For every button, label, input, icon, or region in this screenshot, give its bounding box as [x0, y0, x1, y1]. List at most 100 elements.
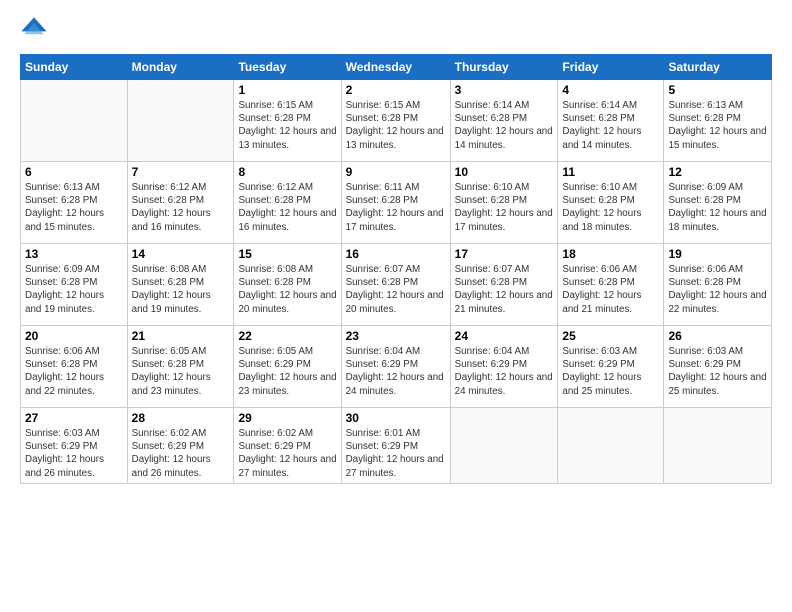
day-number: 23 [346, 329, 446, 343]
calendar-header-friday: Friday [558, 55, 664, 80]
day-info: Sunrise: 6:06 AMSunset: 6:28 PMDaylight:… [25, 345, 123, 398]
day-info: Sunrise: 6:03 AMSunset: 6:29 PMDaylight:… [25, 427, 123, 480]
day-info: Sunrise: 6:04 AMSunset: 6:29 PMDaylight:… [346, 345, 446, 398]
calendar-cell [127, 80, 234, 162]
day-info: Sunrise: 6:14 AMSunset: 6:28 PMDaylight:… [562, 99, 659, 152]
day-info: Sunrise: 6:15 AMSunset: 6:28 PMDaylight:… [346, 99, 446, 152]
day-number: 12 [668, 165, 767, 179]
page: SundayMondayTuesdayWednesdayThursdayFrid… [0, 0, 792, 612]
calendar-cell [21, 80, 128, 162]
logo [20, 16, 52, 44]
calendar-cell: 29Sunrise: 6:02 AMSunset: 6:29 PMDayligh… [234, 408, 341, 484]
calendar-cell: 16 Sunrise: 6:07 AMSunset: 6:28 PMDayligh… [341, 244, 450, 326]
day-number: 18 [562, 247, 659, 261]
day-info: Sunrise: 6:06 AMSunset: 6:28 PMDaylight:… [668, 263, 767, 316]
day-info: Sunrise: 6:12 AMSunset: 6:28 PMDaylight:… [132, 181, 230, 234]
calendar-cell: 3Sunrise: 6:14 AMSunset: 6:28 PMDaylight… [450, 80, 558, 162]
day-info: Sunrise: 6:01 AMSunset: 6:29 PMDaylight:… [346, 427, 446, 480]
day-info: Sunrise: 6:07 AMSunset: 6:28 PMDaylight:… [455, 263, 554, 316]
day-info: Sunrise: 6:09 AMSunset: 6:28 PMDaylight:… [25, 263, 123, 316]
calendar-header-saturday: Saturday [664, 55, 772, 80]
day-number: 17 [455, 247, 554, 261]
calendar-cell: 7Sunrise: 6:12 AMSunset: 6:28 PMDaylight… [127, 162, 234, 244]
calendar-header-monday: Monday [127, 55, 234, 80]
calendar-cell: 26 Sunrise: 6:03 AMSunset: 6:29 PMDayligh… [664, 326, 772, 408]
calendar-cell: 1 Sunrise: 6:15 AMSunset: 6:28 PMDaylight… [234, 80, 341, 162]
calendar-cell [558, 408, 664, 484]
calendar-cell: 11Sunrise: 6:10 AMSunset: 6:28 PMDayligh… [558, 162, 664, 244]
calendar-header-sunday: Sunday [21, 55, 128, 80]
day-info: Sunrise: 6:15 AMSunset: 6:28 PMDaylight:… [238, 99, 336, 152]
day-info: Sunrise: 6:03 AMSunset: 6:29 PMDaylight:… [668, 345, 767, 398]
calendar-cell: 22 Sunrise: 6:05 AMSunset: 6:29 PMDayligh… [234, 326, 341, 408]
day-number: 1 [238, 83, 336, 97]
day-number: 3 [455, 83, 554, 97]
calendar-cell: 28 Sunrise: 6:02 AMSunset: 6:29 PMDayligh… [127, 408, 234, 484]
day-info: Sunrise: 6:05 AMSunset: 6:29 PMDaylight:… [238, 345, 336, 398]
day-number: 4 [562, 83, 659, 97]
calendar-week-3: 13 Sunrise: 6:09 AMSunset: 6:28 PMDayligh… [21, 244, 772, 326]
header [20, 16, 772, 44]
calendar-header-wednesday: Wednesday [341, 55, 450, 80]
day-number: 13 [25, 247, 123, 261]
calendar-cell: 27Sunrise: 6:03 AMSunset: 6:29 PMDayligh… [21, 408, 128, 484]
day-info: Sunrise: 6:06 AMSunset: 6:28 PMDaylight:… [562, 263, 659, 316]
day-info: Sunrise: 6:09 AMSunset: 6:28 PMDaylight:… [668, 181, 767, 234]
calendar-week-4: 20Sunrise: 6:06 AMSunset: 6:28 PMDayligh… [21, 326, 772, 408]
day-number: 29 [238, 411, 336, 425]
day-number: 26 [668, 329, 767, 343]
calendar-cell [450, 408, 558, 484]
calendar-week-1: 1 Sunrise: 6:15 AMSunset: 6:28 PMDaylight… [21, 80, 772, 162]
day-number: 19 [668, 247, 767, 261]
day-number: 15 [238, 247, 336, 261]
day-number: 25 [562, 329, 659, 343]
calendar-header-row: SundayMondayTuesdayWednesdayThursdayFrid… [21, 55, 772, 80]
day-number: 28 [132, 411, 230, 425]
calendar-cell [664, 408, 772, 484]
day-info: Sunrise: 6:10 AMSunset: 6:28 PMDaylight:… [455, 181, 554, 234]
calendar-header-thursday: Thursday [450, 55, 558, 80]
calendar-cell: 5 Sunrise: 6:13 AMSunset: 6:28 PMDaylight… [664, 80, 772, 162]
calendar-cell: 30Sunrise: 6:01 AMSunset: 6:29 PMDayligh… [341, 408, 450, 484]
day-number: 6 [25, 165, 123, 179]
day-number: 2 [346, 83, 446, 97]
calendar-cell: 23 Sunrise: 6:04 AMSunset: 6:29 PMDayligh… [341, 326, 450, 408]
day-number: 11 [562, 165, 659, 179]
day-number: 14 [132, 247, 230, 261]
day-info: Sunrise: 6:04 AMSunset: 6:29 PMDaylight:… [455, 345, 554, 398]
calendar-week-5: 27Sunrise: 6:03 AMSunset: 6:29 PMDayligh… [21, 408, 772, 484]
day-info: Sunrise: 6:08 AMSunset: 6:28 PMDaylight:… [238, 263, 336, 316]
calendar-cell: 18 Sunrise: 6:06 AMSunset: 6:28 PMDayligh… [558, 244, 664, 326]
calendar-cell: 9 Sunrise: 6:11 AMSunset: 6:28 PMDaylight… [341, 162, 450, 244]
day-number: 21 [132, 329, 230, 343]
calendar-cell: 2 Sunrise: 6:15 AMSunset: 6:28 PMDaylight… [341, 80, 450, 162]
day-number: 22 [238, 329, 336, 343]
day-number: 24 [455, 329, 554, 343]
day-info: Sunrise: 6:13 AMSunset: 6:28 PMDaylight:… [25, 181, 123, 234]
calendar-cell: 24 Sunrise: 6:04 AMSunset: 6:29 PMDayligh… [450, 326, 558, 408]
day-info: Sunrise: 6:11 AMSunset: 6:28 PMDaylight:… [346, 181, 446, 234]
day-number: 8 [238, 165, 336, 179]
calendar-cell: 19 Sunrise: 6:06 AMSunset: 6:28 PMDayligh… [664, 244, 772, 326]
calendar-cell: 10 Sunrise: 6:10 AMSunset: 6:28 PMDayligh… [450, 162, 558, 244]
calendar-cell: 6 Sunrise: 6:13 AMSunset: 6:28 PMDaylight… [21, 162, 128, 244]
day-info: Sunrise: 6:05 AMSunset: 6:28 PMDaylight:… [132, 345, 230, 398]
day-number: 5 [668, 83, 767, 97]
day-number: 10 [455, 165, 554, 179]
calendar-cell: 4 Sunrise: 6:14 AMSunset: 6:28 PMDaylight… [558, 80, 664, 162]
calendar-cell: 12 Sunrise: 6:09 AMSunset: 6:28 PMDayligh… [664, 162, 772, 244]
day-info: Sunrise: 6:08 AMSunset: 6:28 PMDaylight:… [132, 263, 230, 316]
calendar-cell: 8 Sunrise: 6:12 AMSunset: 6:28 PMDaylight… [234, 162, 341, 244]
day-info: Sunrise: 6:03 AMSunset: 6:29 PMDaylight:… [562, 345, 659, 398]
day-info: Sunrise: 6:02 AMSunset: 6:29 PMDaylight:… [132, 427, 230, 480]
day-number: 16 [346, 247, 446, 261]
calendar-cell: 15 Sunrise: 6:08 AMSunset: 6:28 PMDayligh… [234, 244, 341, 326]
calendar-week-2: 6 Sunrise: 6:13 AMSunset: 6:28 PMDaylight… [21, 162, 772, 244]
calendar-cell: 17 Sunrise: 6:07 AMSunset: 6:28 PMDayligh… [450, 244, 558, 326]
day-info: Sunrise: 6:13 AMSunset: 6:28 PMDaylight:… [668, 99, 767, 152]
day-info: Sunrise: 6:07 AMSunset: 6:28 PMDaylight:… [346, 263, 446, 316]
calendar-cell: 21 Sunrise: 6:05 AMSunset: 6:28 PMDayligh… [127, 326, 234, 408]
calendar-table: SundayMondayTuesdayWednesdayThursdayFrid… [20, 54, 772, 484]
day-info: Sunrise: 6:12 AMSunset: 6:28 PMDaylight:… [238, 181, 336, 234]
day-number: 9 [346, 165, 446, 179]
